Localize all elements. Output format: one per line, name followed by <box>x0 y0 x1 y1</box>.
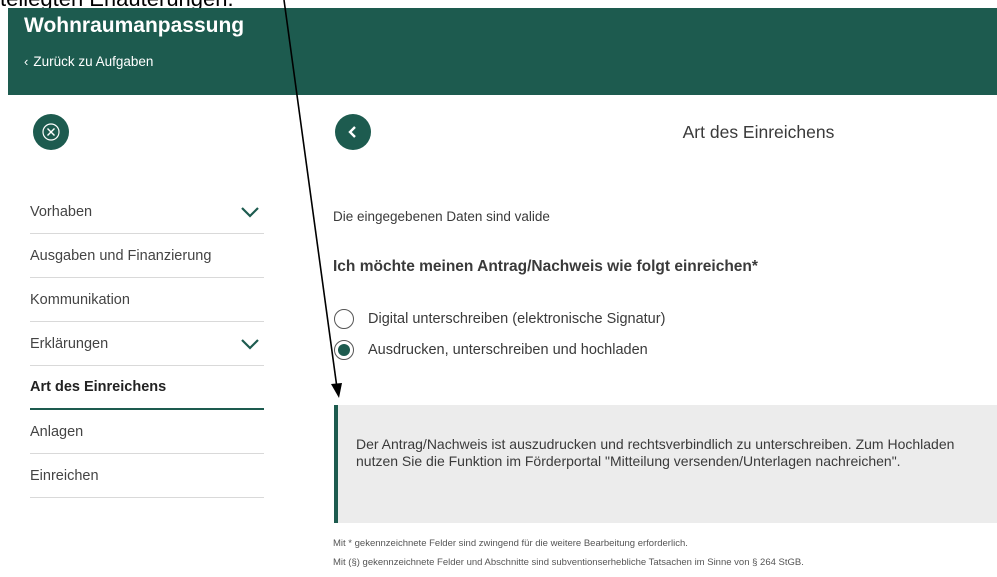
sidebar-item-art-des-einreichens[interactable]: Art des Einreichens <box>30 366 264 410</box>
cropped-caption-strip: tellegten Erläuterungen. <box>0 0 997 8</box>
close-button[interactable] <box>33 114 69 150</box>
validation-message: Die eingegebenen Daten sind valide <box>333 209 550 224</box>
option-label: Ausdrucken, unterschreiben und hochladen <box>368 342 648 358</box>
info-text: Der Antrag/Nachweis ist auszudrucken und… <box>356 436 955 469</box>
close-icon <box>42 123 60 141</box>
option-label: Digital unterschreiben (elektronische Si… <box>368 311 666 327</box>
sidebar-item-label: Art des Einreichens <box>30 379 167 395</box>
sidebar-item-ausgaben[interactable]: Ausgaben und Finanzierung <box>30 234 264 278</box>
sidebar-item-label: Ausgaben und Finanzierung <box>30 247 212 264</box>
info-box: Der Antrag/Nachweis ist auszudrucken und… <box>334 405 997 523</box>
sidebar-item-erklaerungen[interactable]: Erklärungen <box>30 322 264 366</box>
cropped-caption: tellegten Erläuterungen. <box>0 0 234 8</box>
sidebar-item-anlagen[interactable]: Anlagen <box>30 410 264 454</box>
sidebar-item-label: Erklärungen <box>30 335 109 352</box>
sidebar-item-kommunikation[interactable]: Kommunikation <box>30 278 264 322</box>
back-link-label: Zurück zu Aufgaben <box>33 54 154 69</box>
back-to-tasks-link[interactable]: ‹ Zurück zu Aufgaben <box>24 54 153 69</box>
sidebar-item-label: Vorhaben <box>30 203 93 220</box>
section-title: Art des Einreichens <box>682 122 835 142</box>
chevron-down-icon[interactable] <box>240 206 260 218</box>
chevron-left-icon: ‹ <box>24 54 29 69</box>
option-print-upload[interactable]: Ausdrucken, unterschreiben und hochladen <box>334 340 648 360</box>
sidebar-item-einreichen[interactable]: Einreichen <box>30 454 264 498</box>
sidebar-item-label: Anlagen <box>30 423 84 440</box>
sidebar-item-vorhaben[interactable]: Vorhaben <box>30 190 264 234</box>
sidebar-nav: Vorhaben Ausgaben und Finanzierung Kommu… <box>30 190 264 498</box>
option-digital-signature[interactable]: Digital unterschreiben (elektronische Si… <box>334 309 665 329</box>
footnote-subsidy: Mit (§) gekennzeichnete Felder und Absch… <box>333 557 804 568</box>
left-edge <box>0 95 8 577</box>
app-header: Wohnraumanpassung ‹ Zurück zu Aufgaben <box>8 8 997 95</box>
sidebar-item-label: Einreichen <box>30 467 99 484</box>
chevron-left-icon <box>348 126 356 138</box>
page-title: Wohnraumanpassung <box>24 14 245 37</box>
radio-dot <box>338 344 350 356</box>
question-label: Ich möchte meinen Antrag/Nachweis wie fo… <box>333 258 758 275</box>
chevron-down-icon[interactable] <box>240 338 260 350</box>
radio-button-selected[interactable] <box>334 340 354 360</box>
footnote-required: Mit * gekennzeichnete Felder sind zwinge… <box>333 538 688 549</box>
sidebar-item-label: Kommunikation <box>30 291 130 308</box>
back-button[interactable] <box>335 114 371 150</box>
radio-button[interactable] <box>334 309 354 329</box>
